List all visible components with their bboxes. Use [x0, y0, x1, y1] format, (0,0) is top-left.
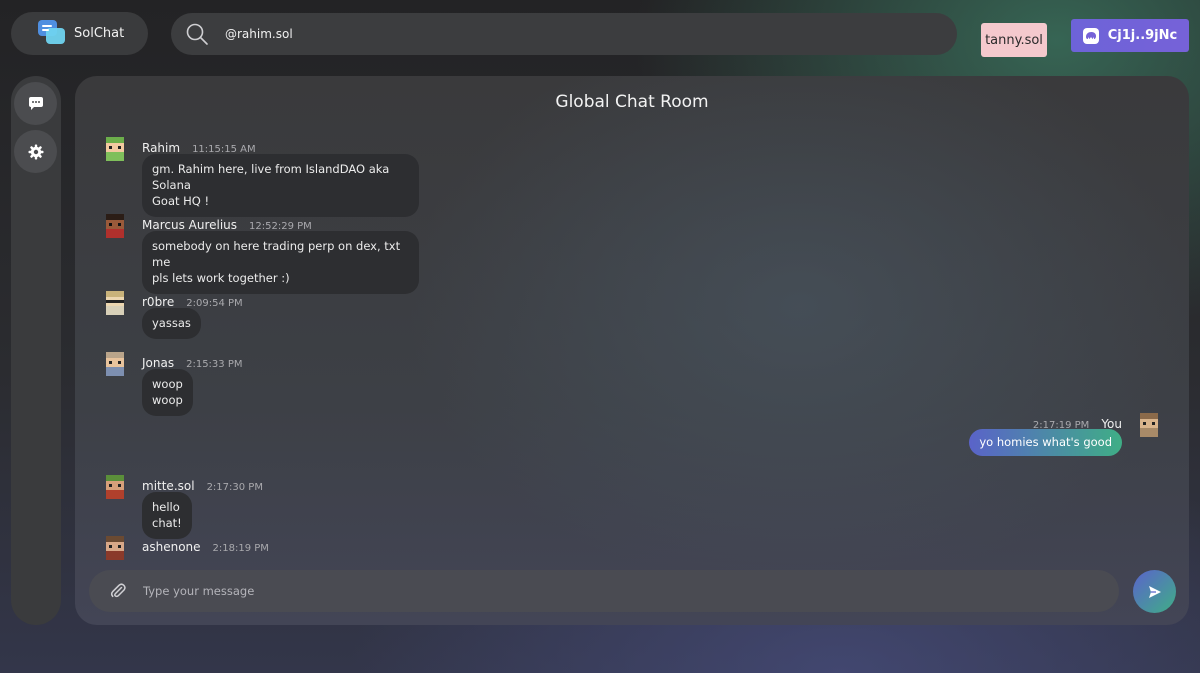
- wallet-button[interactable]: Cj1j..9jNc: [1071, 19, 1189, 52]
- search-input[interactable]: [223, 26, 727, 42]
- self-message-item: 2:17:19 PM You yo homies what's good: [861, 413, 1161, 463]
- app-logo[interactable]: SolChat: [11, 12, 148, 55]
- message-line: Goat HQ !: [152, 194, 210, 208]
- avatar: [106, 475, 124, 499]
- message-bubble: somebody on here trading perp on dex, tx…: [142, 231, 419, 294]
- sender-name: Rahim: [142, 141, 181, 155]
- message-input[interactable]: [141, 583, 945, 599]
- message-bubble: woop woop: [142, 369, 193, 416]
- username-badge[interactable]: tanny.sol: [981, 23, 1047, 57]
- message-line: woop woop: [152, 377, 183, 407]
- paperclip-icon[interactable]: [109, 582, 127, 600]
- message-bubble: yassas: [142, 308, 201, 339]
- message-line: hello chat!: [152, 500, 182, 530]
- send-icon: [1148, 585, 1161, 598]
- search-bar[interactable]: [171, 13, 957, 55]
- self-message-bubble: yo homies what's good: [969, 429, 1122, 456]
- message-line: somebody on here trading perp on dex, tx…: [152, 239, 401, 269]
- message-bubble: hello chat!: [142, 492, 192, 539]
- message-time: 2:15:33 PM: [186, 359, 243, 370]
- sidebar: [11, 76, 61, 625]
- message-line: yassas: [152, 316, 191, 330]
- message-time: 2:17:30 PM: [206, 482, 263, 493]
- message-line: pls lets work together :): [152, 271, 290, 285]
- avatar: [106, 137, 124, 161]
- sender-name: r0bre: [142, 295, 175, 309]
- app-name: SolChat: [74, 26, 125, 41]
- message-time: 2:09:54 PM: [186, 298, 243, 309]
- sidebar-item-chat[interactable]: [14, 82, 57, 125]
- message-composer: [89, 570, 1119, 612]
- sender-name: Marcus Aurelius: [142, 218, 238, 232]
- message-bubble: gm. Rahim here, live from IslandDAO aka …: [142, 154, 419, 217]
- sender-name: ashenone: [142, 540, 201, 554]
- send-button[interactable]: [1133, 570, 1176, 613]
- chat-panel: Global Chat Room Rahim 11:15:15 AM gm. Ra…: [75, 76, 1189, 625]
- avatar: [1140, 413, 1158, 437]
- sender-name: Jonas: [142, 356, 175, 370]
- sender-name: mitte.sol: [142, 479, 195, 493]
- avatar: [106, 352, 124, 376]
- avatar: [106, 291, 124, 315]
- avatar: [106, 536, 124, 560]
- message-line: gm. Rahim here, live from IslandDAO aka …: [152, 162, 390, 192]
- sidebar-item-settings[interactable]: [14, 130, 57, 173]
- message-time: 2:18:19 PM: [212, 543, 269, 554]
- gear-icon: [28, 144, 43, 159]
- phantom-wallet-icon: [1082, 27, 1099, 44]
- search-icon: [186, 23, 208, 45]
- chat-bubble-icon: [28, 97, 43, 110]
- room-title: Global Chat Room: [555, 92, 709, 112]
- wallet-address: Cj1j..9jNc: [1107, 28, 1178, 43]
- solchat-logo-icon: [38, 19, 66, 48]
- avatar: [106, 214, 124, 238]
